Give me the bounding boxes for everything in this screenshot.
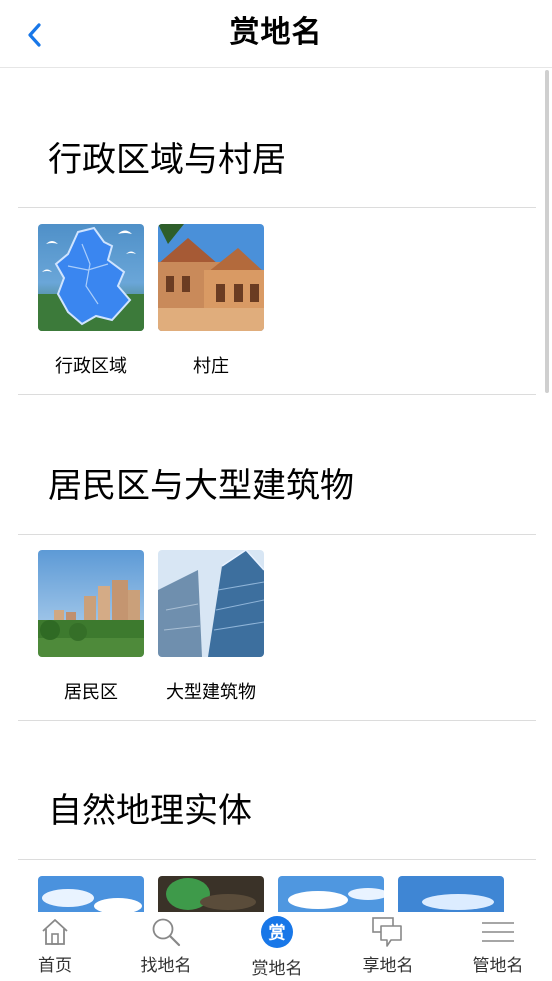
- section-divider: [18, 207, 536, 208]
- tab-home[interactable]: 首页: [0, 912, 110, 981]
- tab-share-names[interactable]: 享地名: [333, 912, 443, 981]
- app-screen: 赏地名 行政区域与村居 行政区域 村庄 居民区与大型建筑物 居民区 大型建筑物 …: [0, 0, 552, 981]
- section-divider: [18, 394, 536, 395]
- large-building-thumbnail: [158, 550, 264, 657]
- tab-appreciate-names[interactable]: 赏 赏地名: [222, 912, 332, 981]
- tab-find-names[interactable]: 找地名: [111, 912, 221, 981]
- tab-label: 管地名: [472, 956, 524, 976]
- share-chat-icon: [368, 914, 408, 950]
- tile-admin-region[interactable]: 行政区域: [38, 224, 144, 377]
- admin-region-thumbnail: [38, 224, 144, 331]
- tab-label: 找地名: [140, 956, 192, 976]
- tile-village[interactable]: 村庄: [158, 224, 264, 377]
- scrollbar[interactable]: [545, 70, 549, 393]
- page-title: 赏地名: [229, 15, 323, 50]
- residential-thumbnail: [38, 550, 144, 657]
- appreciate-icon: 赏: [257, 914, 297, 950]
- tile-residential[interactable]: 居民区: [38, 550, 144, 703]
- natural-thumbnail: [398, 876, 504, 912]
- menu-icon: [478, 914, 518, 950]
- section-divider: [18, 534, 536, 535]
- tile-natural-3[interactable]: [278, 876, 384, 912]
- tile-natural-2[interactable]: [158, 876, 264, 912]
- tab-label: 首页: [38, 956, 72, 976]
- chevron-left-icon: [28, 23, 41, 47]
- section-title: 居民区与大型建筑物: [48, 466, 354, 506]
- tab-label: 赏地名: [251, 959, 303, 979]
- tile-natural-4[interactable]: [398, 876, 504, 912]
- back-button[interactable]: [18, 18, 52, 52]
- scroll-content[interactable]: 行政区域与村居 行政区域 村庄 居民区与大型建筑物 居民区 大型建筑物 自然地理…: [0, 69, 552, 912]
- section-title: 自然地理实体: [48, 791, 252, 831]
- tile-label: 大型建筑物: [166, 682, 256, 703]
- tile-large-building[interactable]: 大型建筑物: [158, 550, 264, 703]
- natural-thumbnail: [158, 876, 264, 912]
- section-divider: [18, 859, 536, 860]
- top-nav-bar: 赏地名: [0, 0, 552, 68]
- section-title: 行政区域与村居: [48, 140, 286, 180]
- natural-thumbnail: [278, 876, 384, 912]
- tab-label: 享地名: [362, 956, 414, 976]
- home-icon: [35, 914, 75, 950]
- tile-natural-1[interactable]: [38, 876, 144, 912]
- bottom-tab-bar: 首页 找地名 赏 赏地名 享地名 管地名: [0, 912, 552, 981]
- natural-thumbnail: [38, 876, 144, 912]
- search-icon: [146, 914, 186, 950]
- village-thumbnail: [158, 224, 264, 331]
- section-divider: [18, 720, 536, 721]
- tab-manage-names[interactable]: 管地名: [443, 912, 552, 981]
- tile-label: 村庄: [193, 356, 229, 377]
- svg-text:赏: 赏: [269, 923, 286, 944]
